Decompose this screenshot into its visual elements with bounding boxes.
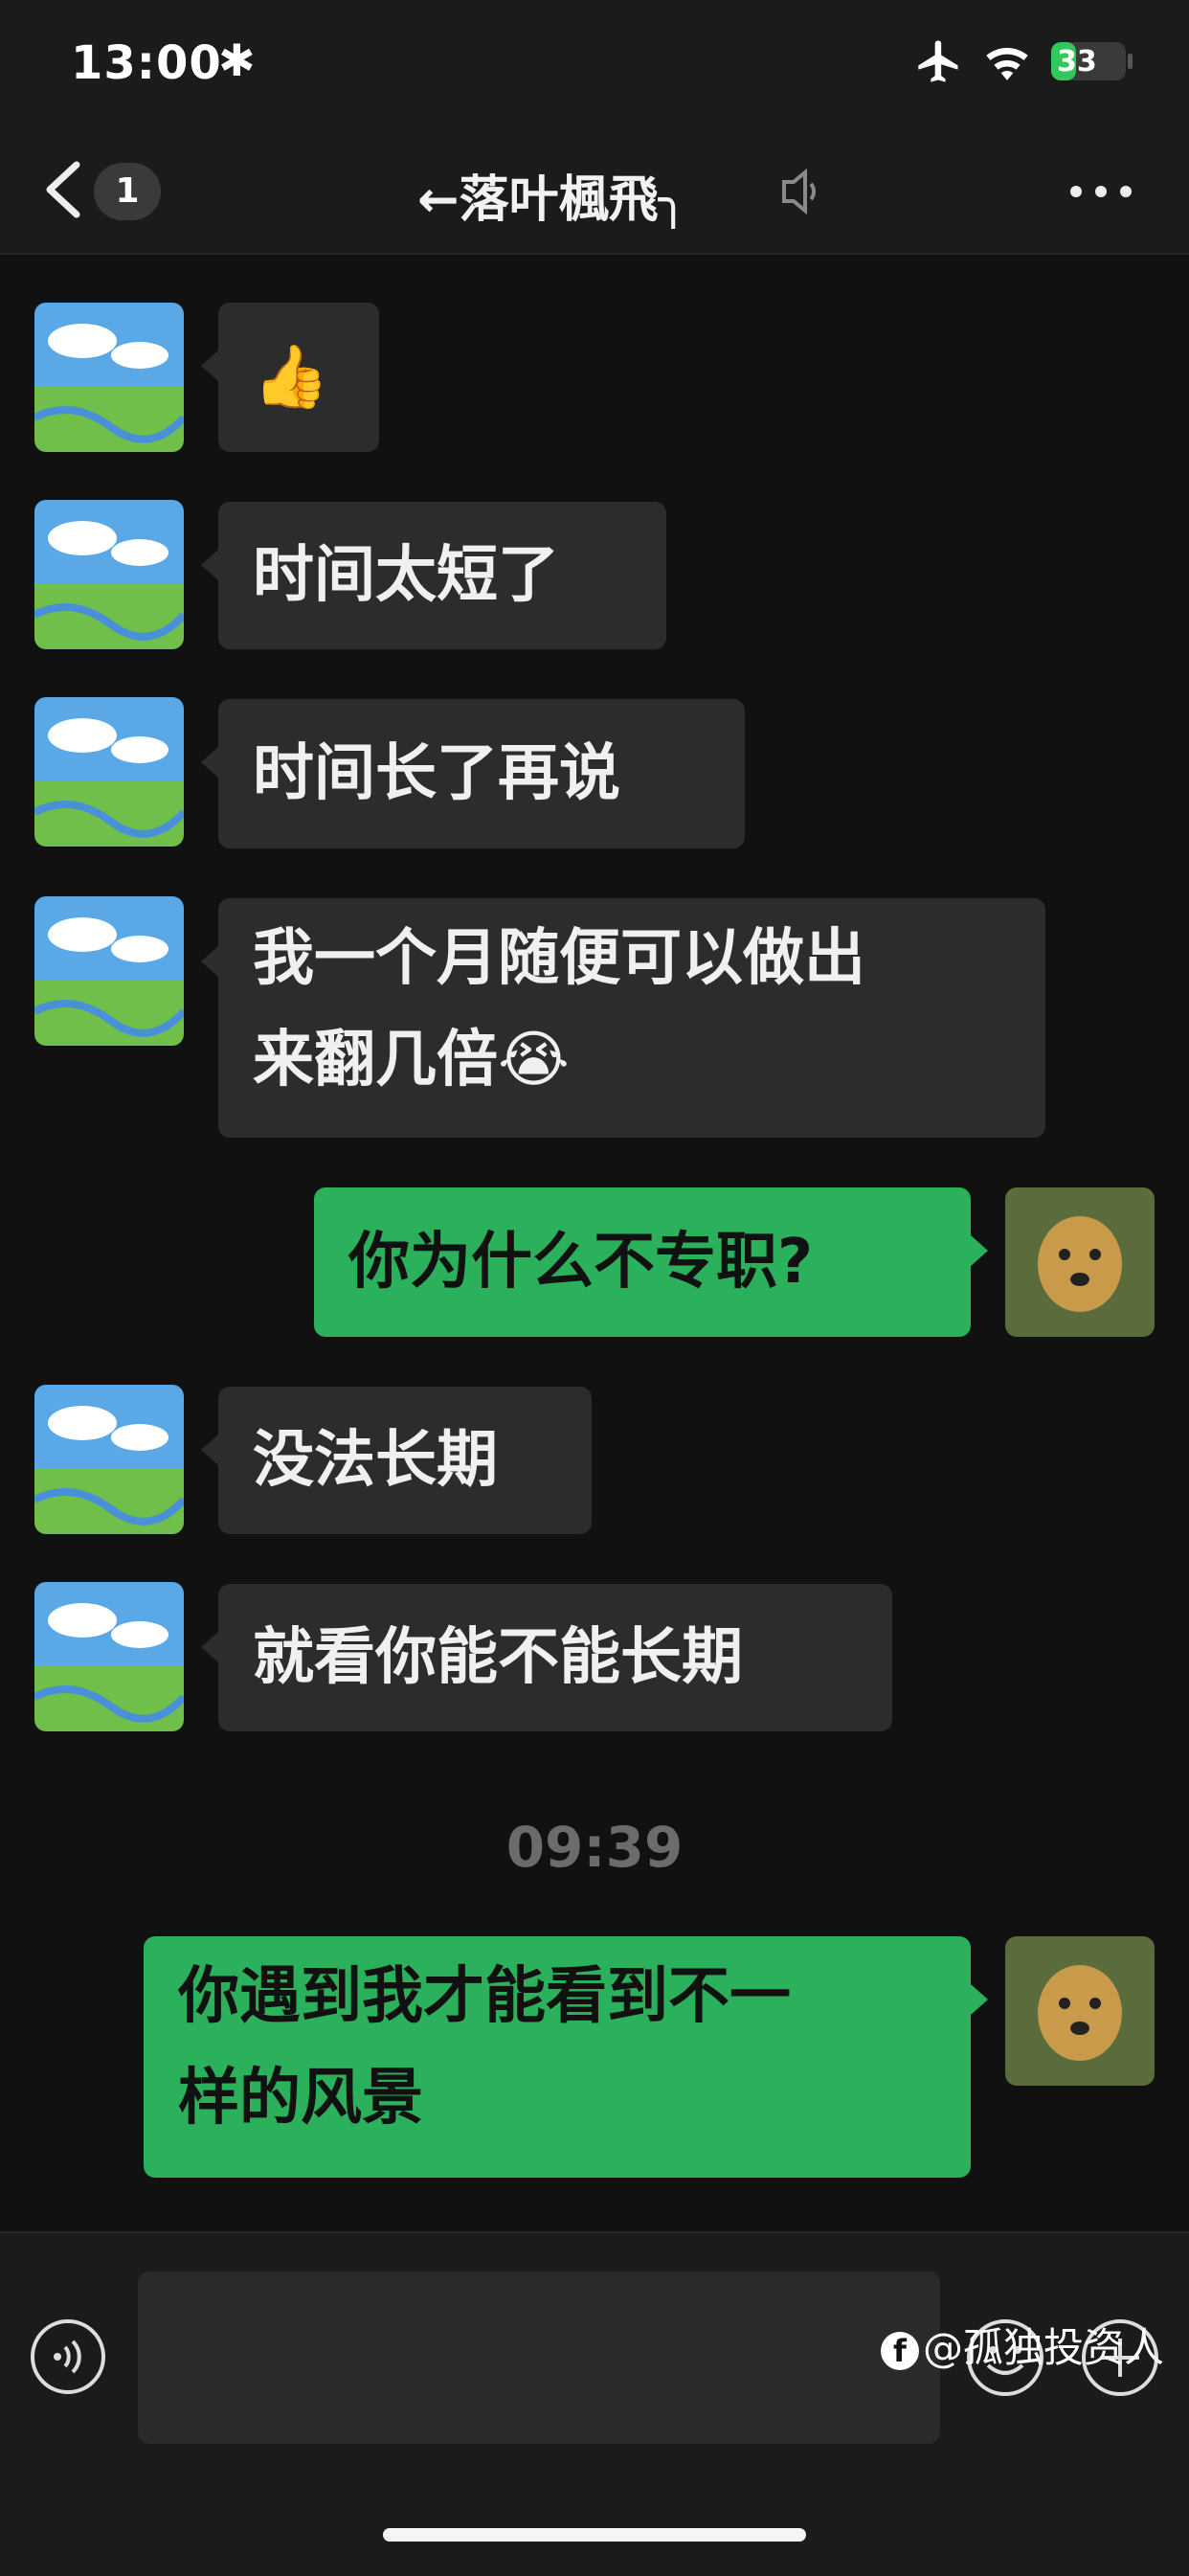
message-bubble-incoming[interactable]: 我一个月随便可以做出 来翻几倍😭 [201, 898, 1045, 1138]
contact-avatar[interactable] [34, 303, 184, 452]
input-bar [0, 2231, 1189, 2576]
unread-badge[interactable]: 1 [94, 163, 161, 220]
battery-cap [1128, 54, 1133, 69]
contact-avatar[interactable] [34, 1385, 184, 1534]
message-text: 就看你能不能长期 [253, 1622, 743, 1693]
contact-avatar[interactable] [34, 500, 184, 649]
message-text-line: 我一个月随便可以做出 [253, 923, 865, 994]
wifi-icon [986, 48, 1028, 80]
contact-avatar[interactable] [34, 896, 184, 1046]
home-indicator[interactable] [383, 2528, 806, 2542]
message-text-line: 来翻几倍😭 [253, 1025, 570, 1096]
sound-icon [782, 168, 816, 215]
message-text: 你为什么不专职? [348, 1227, 814, 1298]
message-bubble-incoming[interactable]: 没法长期 [201, 1387, 592, 1534]
chat-timestamp: 09:39 [505, 1815, 684, 1880]
user-avatar[interactable] [1005, 1187, 1155, 1337]
message-text: 时间长了再说 [253, 738, 620, 809]
watermark: f @孤独投资人 [881, 2316, 1164, 2374]
contact-avatar[interactable] [34, 697, 184, 847]
more-icon[interactable] [1066, 182, 1135, 201]
battery-level: 33 [1057, 45, 1097, 79]
status-bar: 13:00 ✱ 33 [0, 0, 1189, 134]
airplane-icon [918, 40, 958, 82]
message-bubble-incoming[interactable]: 👍 [201, 303, 379, 452]
message-text: 👍 [253, 342, 329, 413]
chat-title: ←落叶楓飛╮ [417, 171, 688, 229]
facebook-icon: f [881, 2331, 919, 2370]
user-avatar[interactable] [1005, 1936, 1155, 2086]
message-bubble-outgoing[interactable]: 你为什么不专职? [314, 1187, 988, 1337]
message-text: 没法长期 [253, 1425, 498, 1496]
message-bubble-outgoing[interactable]: 你遇到我才能看到不一 样的风景 [144, 1936, 988, 2178]
status-time: 13:00 [71, 36, 222, 90]
message-text: 时间太短了 [253, 540, 559, 611]
message-bubble-incoming[interactable]: 就看你能不能长期 [201, 1584, 892, 1731]
message-text-line: 样的风景 [178, 2063, 423, 2134]
message-input[interactable] [138, 2271, 940, 2444]
chat-header: 1 ←落叶楓飛╮ [0, 134, 1189, 255]
voice-icon[interactable] [29, 2317, 107, 2396]
watermark-text: @孤独投资人 [923, 2324, 1165, 2371]
chevron-left-icon[interactable] [42, 161, 84, 218]
battery-icon: 33 [1051, 42, 1126, 80]
asterisk-icon: ✱ [218, 34, 256, 86]
message-bubble-incoming[interactable]: 时间太短了 [201, 502, 666, 649]
message-text-line: 你遇到我才能看到不一 [178, 1961, 791, 2032]
message-bubble-incoming[interactable]: 时间长了再说 [201, 699, 745, 848]
contact-avatar[interactable] [34, 1582, 184, 1731]
